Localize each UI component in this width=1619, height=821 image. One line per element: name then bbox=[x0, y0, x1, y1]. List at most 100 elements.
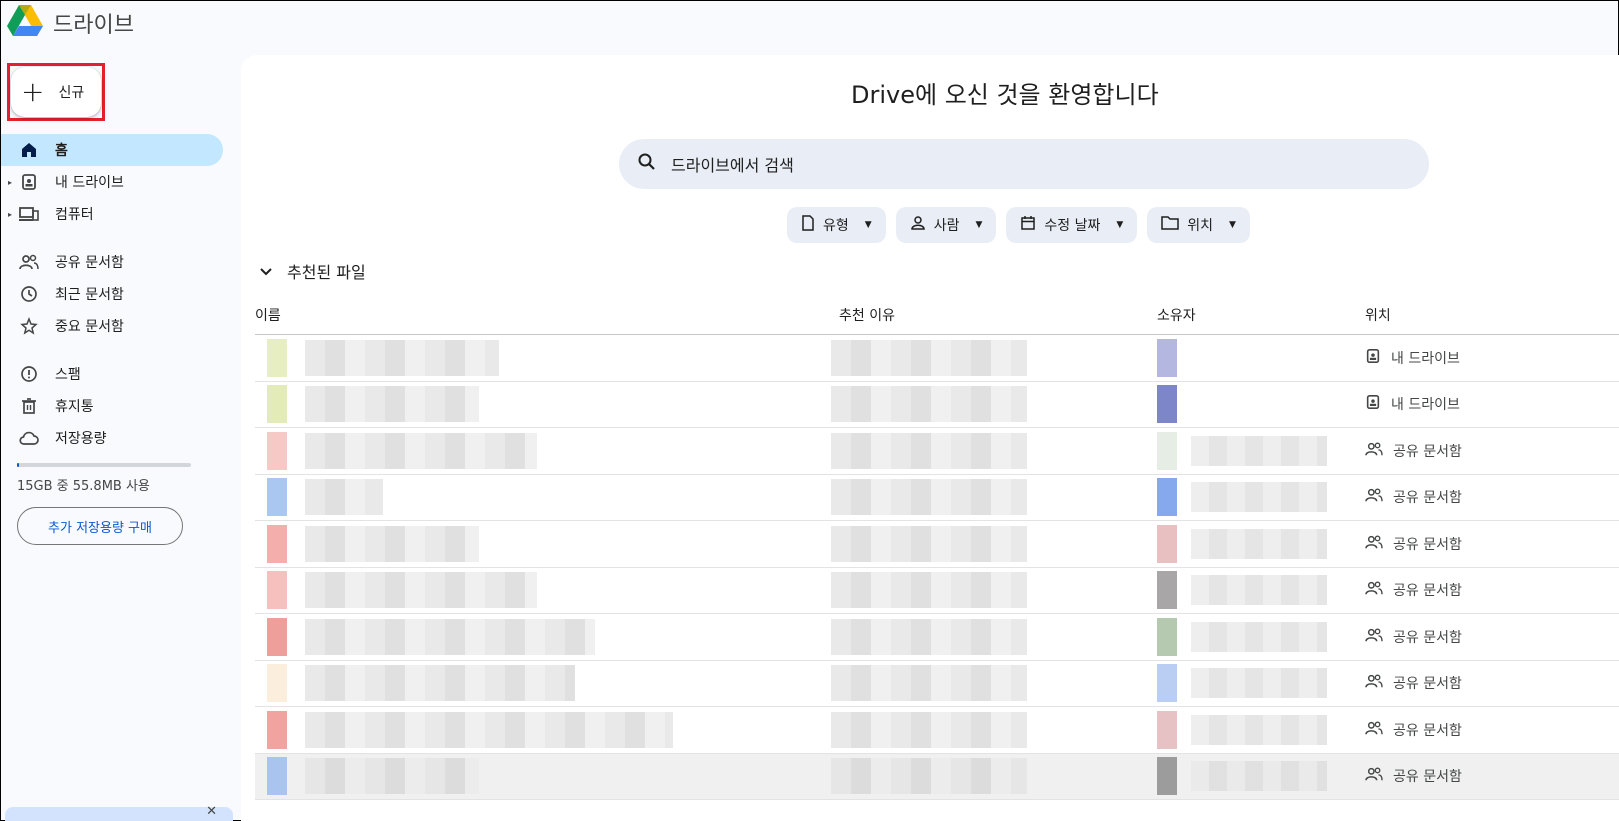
storage-progress-bar bbox=[17, 463, 191, 467]
new-button[interactable]: + 신규 bbox=[11, 67, 101, 117]
table-row[interactable]: 공유 문서함 bbox=[255, 661, 1619, 707]
reason-masked bbox=[831, 386, 1027, 423]
file-type-icon bbox=[267, 524, 287, 563]
location-label: 공유 문서함 bbox=[1393, 629, 1462, 646]
owner-cell bbox=[1157, 385, 1365, 424]
file-name-cell[interactable] bbox=[255, 431, 839, 470]
sidebar-item-starred[interactable]: 중요 문서함 bbox=[1, 310, 223, 342]
computers-icon bbox=[19, 204, 39, 224]
sidebar-item-my-drive[interactable]: ▸ 내 드라이브 bbox=[1, 166, 223, 198]
location-label: 공유 문서함 bbox=[1393, 443, 1462, 460]
sidebar-item-recent[interactable]: 최근 문서함 bbox=[1, 278, 223, 310]
chevron-down-icon[interactable] bbox=[259, 262, 273, 281]
folder-icon bbox=[1161, 216, 1180, 234]
shared-icon bbox=[1365, 673, 1383, 693]
location-cell[interactable]: 공유 문서함 bbox=[1365, 766, 1462, 786]
reason-cell bbox=[831, 386, 1157, 423]
sidebar-item-storage[interactable]: 저장용량 bbox=[1, 422, 223, 454]
table-row[interactable]: 공유 문서함 bbox=[255, 568, 1619, 614]
top-bar: 드라이브 bbox=[1, 1, 1618, 45]
my-drive-icon bbox=[1365, 394, 1381, 414]
dropdown-arrow-icon: ▼ bbox=[975, 220, 983, 230]
sidebar-item-label: 내 드라이브 bbox=[55, 175, 124, 191]
table-row[interactable]: 내 드라이브 bbox=[255, 335, 1619, 382]
file-type-icon bbox=[267, 757, 287, 796]
app-title: 드라이브 bbox=[53, 13, 134, 38]
sidebar-item-computers[interactable]: ▸ 컴퓨터 bbox=[1, 198, 223, 230]
expand-caret-icon[interactable]: ▸ bbox=[8, 178, 12, 187]
file-name-cell[interactable] bbox=[255, 664, 839, 703]
shared-icon bbox=[1365, 534, 1383, 554]
file-name-cell[interactable] bbox=[255, 478, 839, 517]
avatar bbox=[1157, 664, 1177, 703]
reason-masked bbox=[831, 339, 1027, 376]
search-placeholder: 드라이브에서 검색 bbox=[671, 156, 794, 175]
calendar-icon bbox=[1020, 215, 1036, 235]
cloud-icon bbox=[19, 428, 39, 448]
my-drive-icon bbox=[1365, 348, 1381, 368]
close-icon[interactable]: ✕ bbox=[206, 804, 217, 819]
sidebar-item-shared[interactable]: 공유 문서함 bbox=[1, 246, 223, 278]
location-label: 공유 문서함 bbox=[1393, 490, 1462, 507]
search-bar[interactable]: 드라이브에서 검색 bbox=[619, 139, 1429, 189]
reason-cell bbox=[831, 711, 1157, 748]
sidebar-item-spam[interactable]: 스팸 bbox=[1, 358, 223, 390]
location-cell[interactable]: 공유 문서함 bbox=[1365, 720, 1462, 740]
buy-storage-button[interactable]: 추가 저장용량 구매 bbox=[17, 507, 183, 545]
filter-location[interactable]: 위치 ▼ bbox=[1147, 207, 1250, 243]
file-name-cell[interactable] bbox=[255, 617, 839, 656]
location-cell[interactable]: 공유 문서함 bbox=[1365, 441, 1462, 461]
sidebar-item-trash[interactable]: 휴지통 bbox=[1, 390, 223, 422]
column-header-reason: 추천 이유 bbox=[839, 307, 895, 324]
sidebar-item-label: 중요 문서함 bbox=[55, 319, 124, 335]
suggested-files-header[interactable]: 추천된 파일 bbox=[259, 259, 366, 283]
file-name-cell[interactable] bbox=[255, 385, 839, 424]
avatar bbox=[1157, 478, 1177, 517]
table-row[interactable]: 공유 문서함 bbox=[255, 614, 1619, 661]
file-name-masked bbox=[305, 525, 479, 562]
filter-type[interactable]: 유형 ▼ bbox=[787, 207, 886, 243]
expand-caret-icon[interactable]: ▸ bbox=[8, 210, 12, 219]
filter-people[interactable]: 사람 ▼ bbox=[895, 207, 997, 243]
filter-label: 위치 bbox=[1187, 218, 1214, 234]
shared-icon bbox=[1365, 766, 1383, 786]
table-row[interactable]: 공유 문서함 bbox=[255, 475, 1619, 521]
location-cell[interactable]: 공유 문서함 bbox=[1365, 627, 1462, 647]
owner-masked bbox=[1191, 528, 1327, 559]
column-header-name[interactable]: 이름 bbox=[255, 305, 839, 325]
table-row[interactable]: 공유 문서함 bbox=[255, 753, 1619, 800]
table-row[interactable]: 공유 문서함 bbox=[255, 428, 1619, 475]
filter-label: 유형 bbox=[823, 218, 849, 234]
location-label: 공유 문서함 bbox=[1393, 722, 1462, 739]
file-name-cell[interactable] bbox=[255, 524, 839, 563]
file-name-cell[interactable] bbox=[255, 338, 839, 377]
table-row[interactable]: 공유 문서함 bbox=[255, 521, 1619, 568]
sidebar-item-home[interactable]: 홈 bbox=[1, 134, 223, 166]
drive-logo-icon[interactable] bbox=[7, 5, 43, 37]
location-cell[interactable]: 공유 문서함 bbox=[1365, 487, 1462, 507]
location-label: 내 드라이브 bbox=[1391, 397, 1460, 414]
file-type-icon bbox=[267, 571, 287, 610]
reason-masked bbox=[831, 525, 1027, 562]
bottom-notification-strip: ✕ bbox=[5, 804, 233, 821]
location-cell[interactable]: 내 드라이브 bbox=[1365, 348, 1460, 368]
reason-cell bbox=[831, 339, 1157, 376]
search-icon[interactable] bbox=[637, 152, 657, 176]
table-row[interactable]: 공유 문서함 bbox=[255, 707, 1619, 754]
avatar bbox=[1157, 757, 1177, 796]
avatar bbox=[1157, 524, 1177, 563]
location-cell[interactable]: 내 드라이브 bbox=[1365, 394, 1460, 414]
filter-modified-date[interactable]: 수정 날짜 ▼ bbox=[1006, 207, 1138, 243]
sidebar-item-label: 공유 문서함 bbox=[55, 255, 124, 271]
home-icon bbox=[19, 140, 39, 160]
table-row[interactable]: 내 드라이브 bbox=[255, 382, 1619, 428]
location-cell[interactable]: 공유 문서함 bbox=[1365, 580, 1462, 600]
location-cell[interactable]: 공유 문서함 bbox=[1365, 534, 1462, 554]
star-icon bbox=[19, 316, 39, 336]
file-name-cell[interactable] bbox=[255, 571, 839, 610]
file-name-cell[interactable] bbox=[255, 710, 839, 749]
reason-masked bbox=[831, 432, 1027, 469]
clock-icon bbox=[19, 284, 39, 304]
file-name-cell[interactable] bbox=[255, 757, 839, 796]
location-cell[interactable]: 공유 문서함 bbox=[1365, 673, 1462, 693]
